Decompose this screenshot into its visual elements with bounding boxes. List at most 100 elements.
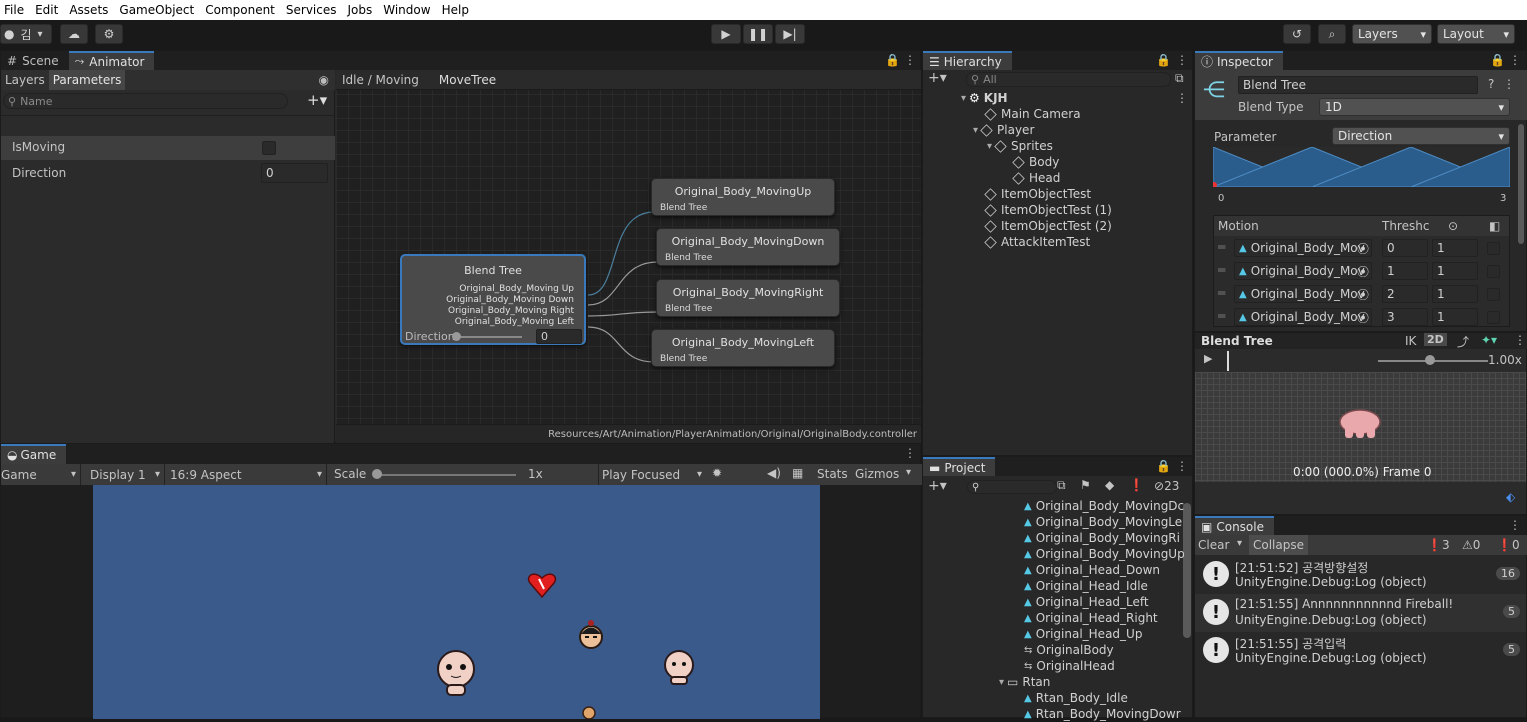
tab-game[interactable]: ◒ Game (1, 444, 67, 464)
direction-value-field[interactable]: 0 (261, 163, 328, 183)
help-icon[interactable]: ? (1488, 77, 1494, 91)
motion-row[interactable]: ═ ▲ Original_Body_Mov ⦿ 0 1 (1214, 237, 1509, 260)
project-scrollbar[interactable] (1183, 503, 1191, 638)
game-mode-dropdown[interactable]: Game ▾ (1, 464, 81, 485)
hierarchy-item[interactable]: Body (1012, 154, 1059, 170)
speed-field[interactable]: 1 (1432, 285, 1478, 303)
menu-component[interactable]: Component (201, 3, 282, 17)
blend-type-dropdown[interactable]: 1D (1319, 98, 1510, 116)
tab-project[interactable]: ▬ Project (923, 457, 996, 476)
param-row-ismoving[interactable]: IsMoving (1, 136, 335, 160)
param-row-direction[interactable]: Direction 0 (1, 162, 335, 186)
parameter-search-input[interactable]: ⚲ Name (3, 93, 288, 109)
expand-arrow-icon[interactable]: ▾ (987, 141, 992, 152)
drag-handle-icon[interactable]: ═ (1218, 309, 1225, 323)
menu-edit[interactable]: Edit (31, 3, 65, 17)
menu-gameobject[interactable]: GameObject (115, 3, 201, 17)
project-item[interactable]: ▲ Original_Body_MovingDc (1024, 498, 1184, 514)
pivot-icon[interactable]: ⤴ (1457, 333, 1469, 350)
clear-button[interactable]: Clear (1198, 538, 1229, 552)
kebab-menu-icon[interactable]: ⋮ (1509, 518, 1521, 532)
motion-row[interactable]: ═ ▲ Original_Body_Mov ⦿ 2 1 (1214, 283, 1509, 306)
console-entry[interactable]: ! [21:51:55] Annnnnnnnnnnd Fireball! Unity… (1195, 594, 1526, 632)
warning-icon[interactable]: ❗ (1129, 478, 1144, 492)
hierarchy-item[interactable]: ItemObjectTest (1) (984, 202, 1112, 218)
speed-field[interactable]: 1 (1432, 308, 1478, 326)
inspector-scrollbar[interactable] (1518, 124, 1524, 244)
timeline-cursor[interactable] (1227, 351, 1229, 371)
project-item[interactable]: ▲ Original_Body_MovingUp (1024, 546, 1185, 562)
kebab-menu-icon[interactable]: ⋮ (1176, 53, 1188, 67)
hierarchy-item[interactable]: Head (1012, 170, 1060, 186)
speed-field[interactable]: 1 (1432, 239, 1478, 257)
stats-button[interactable]: Stats (817, 467, 848, 481)
mirror-checkbox[interactable] (1487, 242, 1500, 255)
console-entry[interactable]: ! [21:51:52] 공격방향설정 UnityEngine.Debug:Log … (1195, 556, 1526, 594)
object-picker-icon[interactable]: ⦿ (1357, 240, 1369, 256)
project-item[interactable]: ▲ Original_Body_MovingRi (1024, 530, 1180, 546)
chevron-down-icon[interactable]: ▾ (906, 467, 911, 478)
threshold-field[interactable]: 3 (1382, 308, 1428, 326)
play-focused-dropdown[interactable]: Play Focused ▾ (598, 464, 706, 485)
motion-clip-field[interactable]: ▲ Original_Body_Mov ⦿ (1234, 308, 1372, 326)
motion-node-down[interactable]: Original_Body_MovingDown Blend Tree (656, 228, 840, 266)
eye-icon[interactable]: ◉ (319, 73, 329, 87)
history-icon[interactable]: ↺ (1283, 24, 1311, 44)
tab-parameters[interactable]: Parameters (48, 70, 126, 90)
game-view[interactable] (93, 485, 820, 720)
lock-icon[interactable]: 🔒 (1156, 459, 1171, 473)
scene-visibility-icon[interactable]: ⧉ (1175, 71, 1184, 86)
speed-slider-handle[interactable] (1425, 355, 1435, 365)
display-dropdown[interactable]: Display 1 ▾ (85, 464, 165, 485)
animator-graph[interactable]: Idle / Moving MoveTree Blend Tree Origin… (336, 70, 921, 444)
project-item[interactable]: ▲ Original_Body_MovingLe (1024, 514, 1182, 530)
project-item[interactable]: ▲ Original_Head_Down (1024, 562, 1160, 578)
mirror-checkbox[interactable] (1487, 265, 1500, 278)
motion-node-up[interactable]: Original_Body_MovingUp Blend Tree (651, 178, 835, 216)
ismoving-checkbox[interactable] (262, 141, 276, 155)
project-search-input[interactable]: ⚲ (967, 480, 1057, 494)
project-item[interactable]: ⇆ OriginalBody (1024, 642, 1114, 658)
preview-play-button[interactable]: ▶ (1204, 352, 1212, 365)
settings-kebab-icon[interactable]: ⋮ (1503, 77, 1515, 91)
motion-node-left[interactable]: Original_Body_MovingLeft Blend Tree (651, 329, 835, 367)
create-asset-button[interactable]: +▾ (928, 478, 947, 494)
cloud-icon[interactable]: ☁ (60, 24, 88, 44)
hidden-count[interactable]: ⊘ 23 (1154, 479, 1179, 493)
ik-toggle[interactable]: IK (1405, 334, 1416, 348)
collab-gear-icon[interactable]: ⚙ (95, 24, 123, 44)
hierarchy-search-input[interactable]: ⚲ All (966, 72, 1171, 87)
drag-handle-icon[interactable]: ═ (1218, 263, 1225, 277)
hierarchy-item[interactable]: ItemObjectTest (984, 186, 1091, 202)
kebab-menu-icon[interactable]: ⋮ (1509, 53, 1521, 67)
scale-slider-handle[interactable] (372, 469, 382, 479)
lock-icon[interactable]: 🔒 (1156, 53, 1171, 67)
kebab-menu-icon[interactable]: ⋮ (904, 53, 916, 67)
audio-icon[interactable]: ◀) (767, 466, 781, 480)
threshold-field[interactable]: 1 (1382, 262, 1428, 280)
hierarchy-item[interactable]: AttackItemTest (984, 234, 1090, 250)
clear-options-dropdown[interactable]: ▾ (1237, 538, 1242, 549)
tab-console[interactable]: ▣ Console (1195, 516, 1274, 535)
object-picker-icon[interactable]: ⦿ (1357, 309, 1369, 325)
menu-assets[interactable]: Assets (65, 3, 115, 17)
layers-dropdown[interactable]: Layers (1352, 24, 1432, 44)
kebab-menu-icon[interactable]: ⋮ (1514, 333, 1526, 347)
project-item[interactable]: ▲ Rtan_Body_Idle (1024, 690, 1128, 706)
tab-layers[interactable]: Layers (1, 70, 49, 90)
project-item[interactable]: ▲ Original_Head_Up (1024, 626, 1142, 642)
search-icon[interactable]: ⌕ (1318, 24, 1346, 44)
lock-icon[interactable]: 🔒 (1490, 53, 1505, 67)
object-picker-icon[interactable]: ⦿ (1357, 286, 1369, 302)
kebab-menu-icon[interactable]: ⋮ (904, 446, 916, 460)
project-item[interactable]: ⇆ OriginalHead (1024, 658, 1115, 674)
project-item[interactable]: ▲ Original_Head_Left (1024, 594, 1149, 610)
tab-inspector[interactable]: ⓘ Inspector (1195, 51, 1283, 70)
motion-row[interactable]: ═ ▲ Original_Body_Mov ⦿ 3 1 (1214, 306, 1509, 329)
tab-hierarchy[interactable]: ☰ Hierarchy (923, 51, 1012, 70)
object-picker-icon[interactable]: ⦿ (1357, 263, 1369, 279)
layout-dropdown[interactable]: Layout (1437, 24, 1515, 44)
play-button[interactable]: ▶ (711, 24, 741, 44)
preview-viewport[interactable]: 0:00 (000.0%) Frame 0 (1195, 372, 1526, 482)
kebab-menu-icon[interactable]: ⋮ (1176, 91, 1188, 105)
